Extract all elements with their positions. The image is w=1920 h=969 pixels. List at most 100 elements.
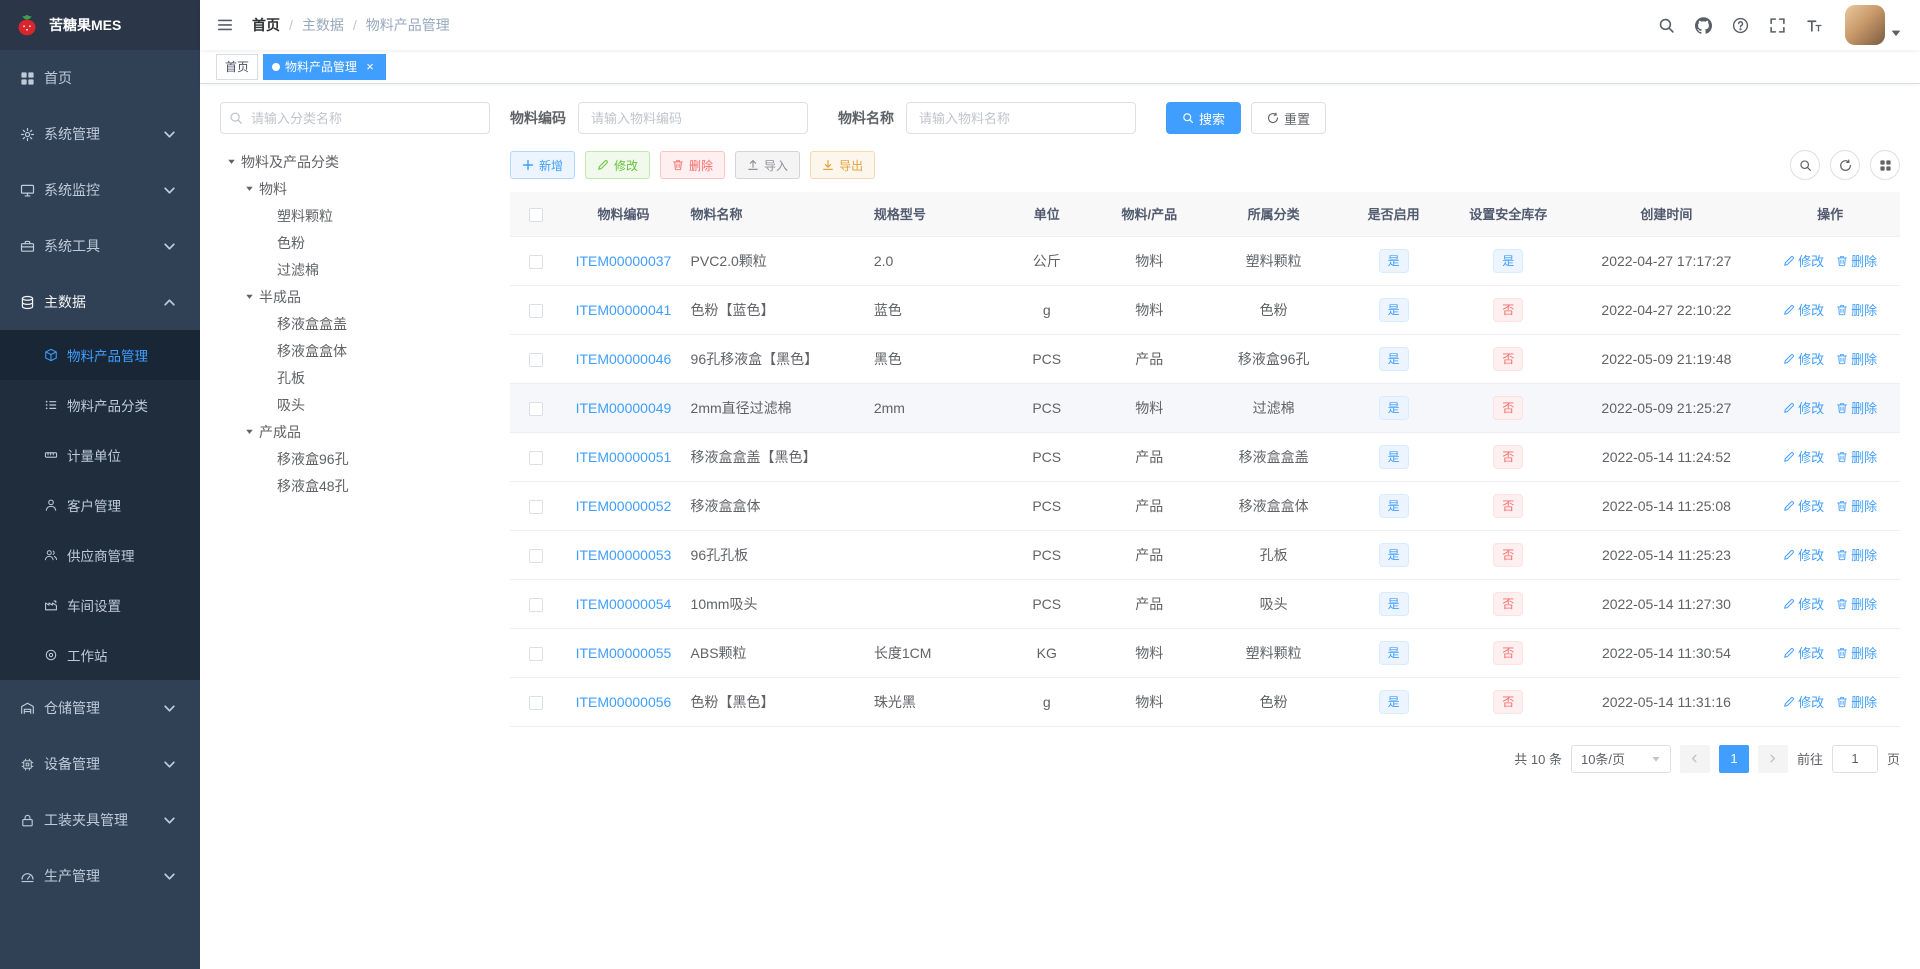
reset-button[interactable]: 重置 <box>1251 102 1327 134</box>
material-code-link[interactable]: ITEM00000054 <box>576 596 672 612</box>
row-checkbox[interactable] <box>529 352 544 367</box>
material-code-link[interactable]: ITEM00000053 <box>576 547 672 563</box>
sidebar-item-production-management[interactable]: 生产管理 <box>0 848 200 904</box>
sidebar-item-master-data[interactable]: 主数据 <box>0 274 200 330</box>
row-checkbox[interactable] <box>529 646 544 661</box>
row-delete-button[interactable]: 删除 <box>1836 545 1877 564</box>
tree-node[interactable]: 物料 <box>220 175 490 202</box>
sidebar-item-system-monitor[interactable]: 系统监控 <box>0 162 200 218</box>
tree-node[interactable]: 移液盒48孔 <box>220 472 490 499</box>
row-checkbox[interactable] <box>529 695 544 710</box>
material-code-link[interactable]: ITEM00000049 <box>576 400 672 416</box>
row-edit-button[interactable]: 修改 <box>1783 594 1824 613</box>
sidebar-item-warehouse-management[interactable]: 仓储管理 <box>0 680 200 736</box>
material-code-link[interactable]: ITEM00000046 <box>576 351 672 367</box>
page-size-select[interactable]: 10条/页 <box>1570 744 1671 773</box>
sidebar-subitem-workstation[interactable]: 工作站 <box>0 630 200 680</box>
row-checkbox[interactable] <box>529 303 544 318</box>
row-delete-button[interactable]: 删除 <box>1836 594 1877 613</box>
tree-node[interactable]: 移液盒盒体 <box>220 337 490 364</box>
row-edit-button[interactable]: 修改 <box>1783 496 1824 515</box>
tab-close-icon[interactable]: × <box>363 60 377 74</box>
goto-page-input[interactable] <box>1831 744 1878 773</box>
tree-node[interactable]: 孔板 <box>220 364 490 391</box>
row-checkbox[interactable] <box>529 450 544 465</box>
sidebar-item-equipment-management[interactable]: 设备管理 <box>0 736 200 792</box>
tree-node[interactable]: 塑料颗粒 <box>220 202 490 229</box>
page-button-1[interactable]: 1 <box>1718 744 1749 773</box>
github-icon[interactable] <box>1687 0 1720 50</box>
refresh-button[interactable] <box>1830 150 1860 180</box>
row-delete-button[interactable]: 删除 <box>1836 398 1877 417</box>
row-edit-button[interactable]: 修改 <box>1783 300 1824 319</box>
tree-node[interactable]: 吸头 <box>220 391 490 418</box>
row-edit-button[interactable]: 修改 <box>1783 398 1824 417</box>
avatar-menu[interactable] <box>1845 5 1902 45</box>
export-button[interactable]: 导出 <box>810 151 876 179</box>
row-checkbox[interactable] <box>529 254 544 269</box>
row-edit-button[interactable]: 修改 <box>1783 545 1824 564</box>
row-delete-button[interactable]: 删除 <box>1836 692 1877 711</box>
material-code-link[interactable]: ITEM00000056 <box>576 694 672 710</box>
tab-home[interactable]: 首页 <box>216 53 259 80</box>
material-code-link[interactable]: ITEM00000051 <box>576 449 672 465</box>
tab-material-product-management[interactable]: 物料产品管理 × <box>263 53 387 80</box>
row-delete-button[interactable]: 删除 <box>1836 496 1877 515</box>
sidebar-subitem-material-product-management[interactable]: 物料产品管理 <box>0 330 200 380</box>
category-search-input[interactable] <box>220 102 490 134</box>
app-logo[interactable]: 苦糖果MES <box>0 0 200 50</box>
tree-node[interactable]: 移液盒96孔 <box>220 445 490 472</box>
tree-node[interactable]: 过滤棉 <box>220 256 490 283</box>
row-edit-button[interactable]: 修改 <box>1783 349 1824 368</box>
sidebar-item-system-tools[interactable]: 系统工具 <box>0 218 200 274</box>
tree-node[interactable]: 半成品 <box>220 283 490 310</box>
breadcrumb-item[interactable]: 首页 <box>252 15 280 35</box>
tree-node[interactable]: 物料及产品分类 <box>220 148 490 175</box>
row-delete-button[interactable]: 删除 <box>1836 447 1877 466</box>
search-button[interactable]: 搜索 <box>1166 102 1242 134</box>
search-icon[interactable] <box>1650 0 1683 50</box>
font-size-icon[interactable] <box>1798 0 1831 50</box>
sidebar-subitem-workshop-settings[interactable]: 车间设置 <box>0 580 200 630</box>
row-checkbox[interactable] <box>529 401 544 416</box>
delete-button[interactable]: 删除 <box>660 151 726 179</box>
row-checkbox[interactable] <box>529 597 544 612</box>
row-delete-button[interactable]: 删除 <box>1836 251 1877 270</box>
sidebar-item-home[interactable]: 首页 <box>0 50 200 106</box>
row-edit-button[interactable]: 修改 <box>1783 251 1824 270</box>
row-edit-button[interactable]: 修改 <box>1783 447 1824 466</box>
select-all-checkbox[interactable] <box>529 207 544 222</box>
material-name-input[interactable] <box>906 102 1136 134</box>
row-edit-button[interactable]: 修改 <box>1783 692 1824 711</box>
row-checkbox[interactable] <box>529 548 544 563</box>
sidebar-item-system-management[interactable]: 系统管理 <box>0 106 200 162</box>
hamburger-icon[interactable] <box>200 0 250 50</box>
material-code-link[interactable]: ITEM00000041 <box>576 302 672 318</box>
row-delete-button[interactable]: 删除 <box>1836 300 1877 319</box>
tree-node[interactable]: 移液盒盒盖 <box>220 310 490 337</box>
material-code-link[interactable]: ITEM00000055 <box>576 645 672 661</box>
row-edit-button[interactable]: 修改 <box>1783 643 1824 662</box>
row-delete-button[interactable]: 删除 <box>1836 349 1877 368</box>
add-button[interactable]: 新增 <box>510 151 576 179</box>
material-code-link[interactable]: ITEM00000037 <box>576 253 672 269</box>
sidebar-subitem-measure-unit[interactable]: 计量单位 <box>0 430 200 480</box>
help-icon[interactable] <box>1724 0 1757 50</box>
material-code-link[interactable]: ITEM00000052 <box>576 498 672 514</box>
toggle-search-button[interactable] <box>1790 150 1820 180</box>
tree-node[interactable]: 产成品 <box>220 418 490 445</box>
row-checkbox[interactable] <box>529 499 544 514</box>
sidebar-subitem-material-product-category[interactable]: 物料产品分类 <box>0 380 200 430</box>
next-page-button[interactable] <box>1757 744 1788 773</box>
import-button[interactable]: 导入 <box>735 151 801 179</box>
row-delete-button[interactable]: 删除 <box>1836 643 1877 662</box>
column-settings-button[interactable] <box>1870 150 1900 180</box>
prev-page-button[interactable] <box>1679 744 1710 773</box>
sidebar-subitem-supplier-management[interactable]: 供应商管理 <box>0 530 200 580</box>
sidebar-item-fixture-management[interactable]: 工装夹具管理 <box>0 792 200 848</box>
tree-node[interactable]: 色粉 <box>220 229 490 256</box>
fullscreen-icon[interactable] <box>1761 0 1794 50</box>
material-code-input[interactable] <box>578 102 808 134</box>
edit-button[interactable]: 修改 <box>585 151 651 179</box>
sidebar-subitem-customer-management[interactable]: 客户管理 <box>0 480 200 530</box>
